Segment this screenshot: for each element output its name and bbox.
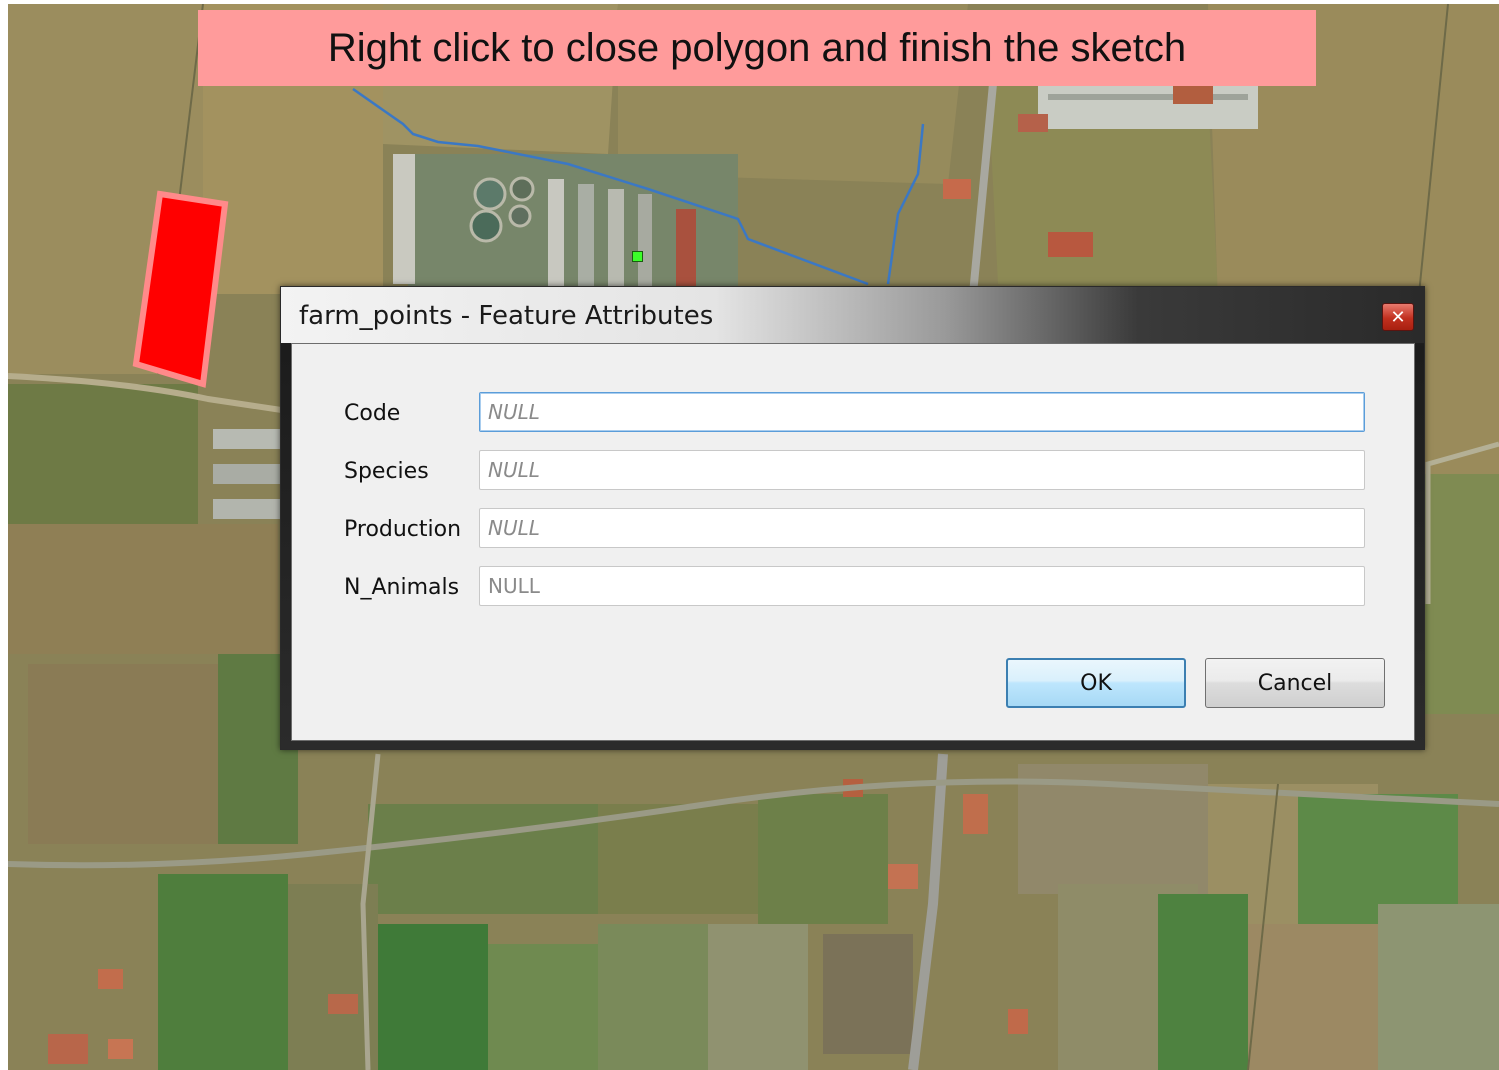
species-field[interactable]	[479, 450, 1365, 490]
dialog-titlebar[interactable]: farm_points - Feature Attributes ✕	[281, 287, 1424, 343]
field-parcel	[598, 924, 708, 1070]
field-parcel	[1248, 924, 1378, 1070]
field-parcel	[28, 664, 218, 844]
cancel-button[interactable]: Cancel	[1205, 658, 1385, 708]
feature-attributes-dialog: farm_points - Feature Attributes ✕ Code …	[280, 286, 1425, 750]
house-roof	[1173, 84, 1213, 104]
greenhouse-row	[1048, 94, 1248, 100]
barn-roof	[393, 154, 415, 284]
house-roof	[1048, 232, 1093, 257]
field-parcel	[708, 924, 808, 1070]
field-parcel	[488, 944, 598, 1070]
silo	[508, 204, 532, 228]
field-parcel	[8, 524, 278, 654]
barn-roof	[638, 194, 652, 289]
house-roof	[888, 864, 918, 889]
house-roof	[963, 794, 988, 834]
shed-roof	[213, 464, 288, 484]
barn-roof	[608, 189, 624, 289]
shed-roof	[213, 499, 288, 519]
sketch-polygon[interactable]	[132, 188, 232, 388]
barn-roof	[548, 179, 564, 289]
yard	[823, 934, 913, 1054]
house-roof	[1008, 1009, 1028, 1034]
barn-roof	[676, 209, 696, 289]
n-animals-label: N_Animals	[344, 575, 460, 600]
n-animals-field[interactable]	[479, 566, 1365, 606]
barn-roof	[578, 184, 594, 289]
ok-button[interactable]: OK	[1006, 658, 1186, 708]
house-roof	[943, 179, 971, 199]
code-label: Code	[344, 401, 401, 426]
field-parcel	[758, 794, 888, 924]
field-parcel	[8, 384, 198, 524]
field-parcel	[1158, 894, 1248, 1070]
field-parcel	[158, 874, 288, 1070]
house-roof	[328, 994, 358, 1014]
sketch-polygon-shape[interactable]	[132, 190, 229, 388]
code-field[interactable]	[479, 392, 1365, 432]
field-parcel	[368, 804, 598, 914]
house-roof	[1018, 114, 1048, 132]
species-label: Species	[344, 459, 429, 484]
production-label: Production	[344, 517, 462, 542]
instruction-banner: Right click to close polygon and finish …	[198, 10, 1316, 86]
close-button[interactable]: ✕	[1382, 303, 1414, 331]
house-roof	[98, 969, 123, 989]
field-parcel	[1378, 904, 1499, 1070]
silo	[469, 209, 503, 243]
dialog-title: farm_points - Feature Attributes	[299, 301, 714, 331]
shed-roof	[213, 429, 288, 449]
dialog-body: Code Species Production N_Animals OK Can…	[291, 343, 1415, 741]
house-roof	[108, 1039, 133, 1059]
production-field[interactable]	[479, 508, 1365, 548]
house-roof	[48, 1034, 88, 1064]
field-parcel	[378, 924, 488, 1070]
field-parcel	[598, 804, 758, 914]
silo	[473, 177, 507, 211]
vertex-marker[interactable]	[632, 251, 643, 262]
silo	[509, 176, 535, 202]
close-icon: ✕	[1390, 306, 1406, 328]
